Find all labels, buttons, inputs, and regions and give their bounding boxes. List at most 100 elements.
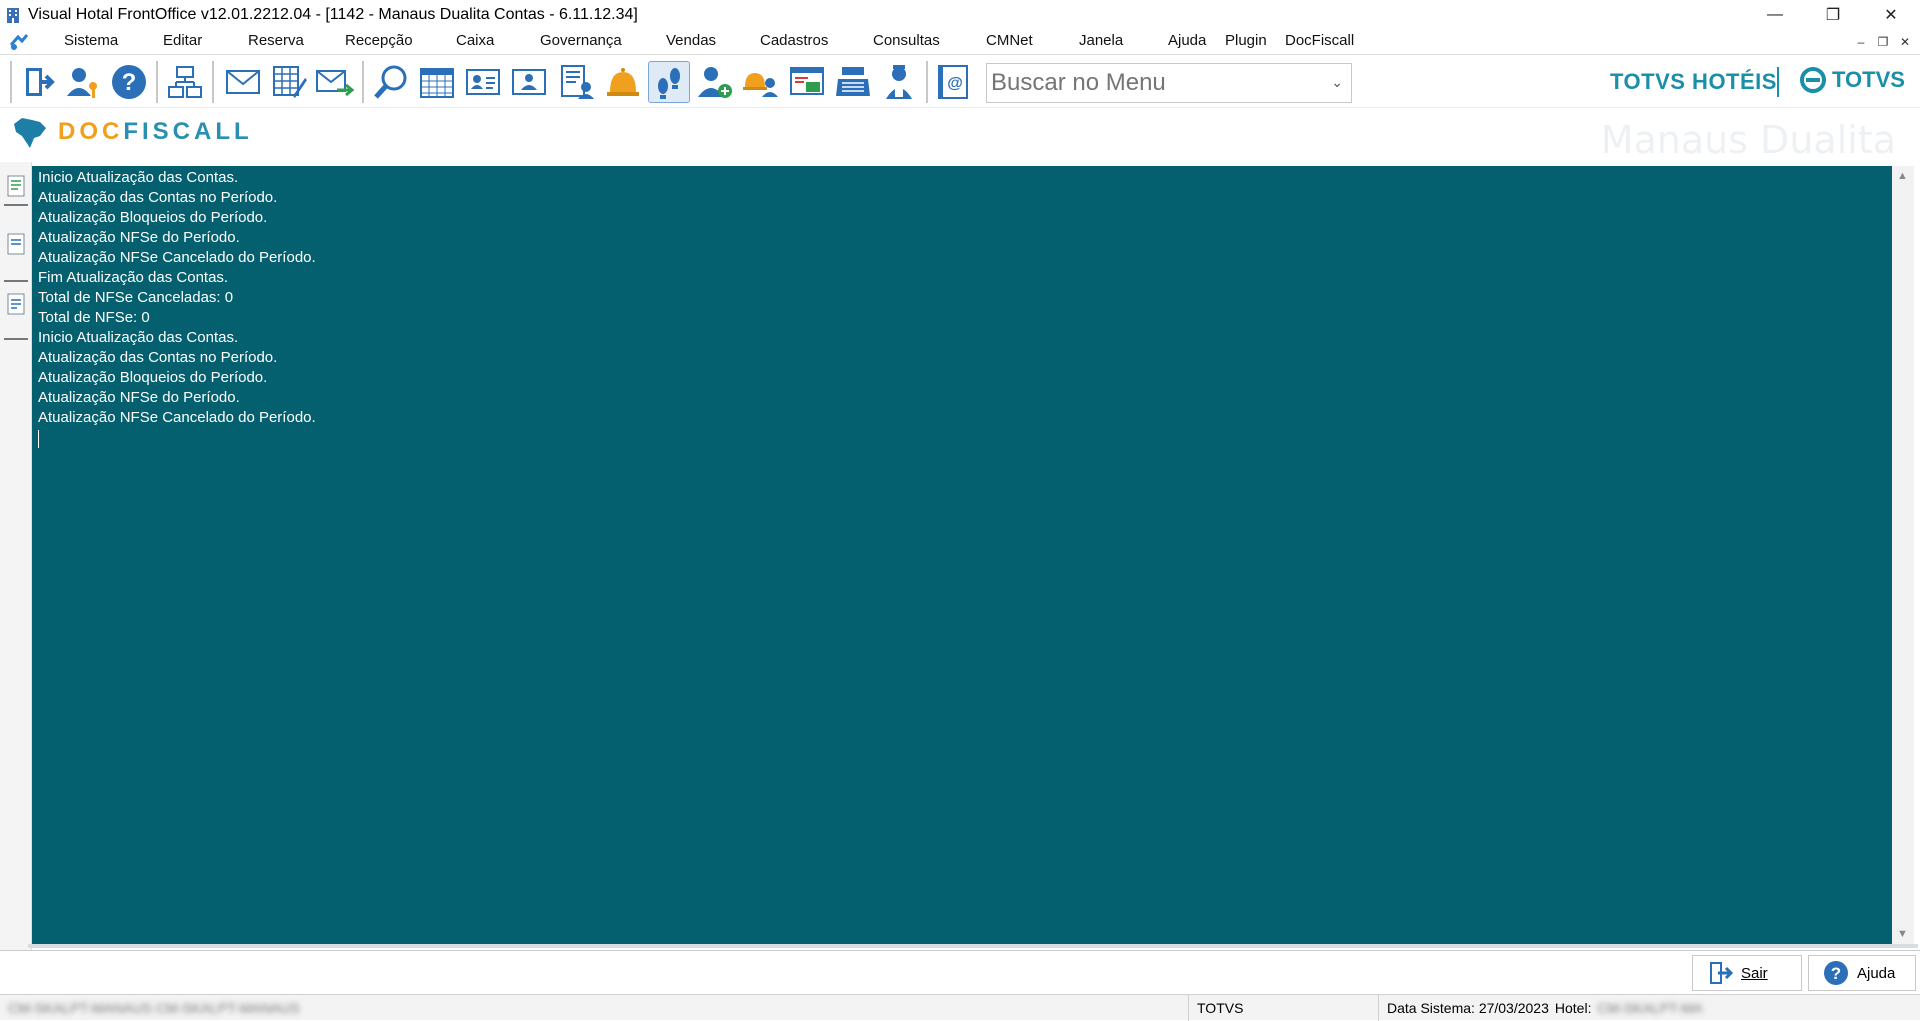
log-line: Atualização NFSe Cancelado do Período. [38,249,316,266]
menu-sistema[interactable]: Sistema [60,32,122,49]
menu-caixa[interactable]: Caixa [452,32,498,49]
restore-button[interactable]: ❐ [1804,0,1862,30]
menu-editar[interactable]: Editar [159,32,206,49]
totvs-hoteis-logo: TOTVS HOTÉIS [1610,69,1777,94]
menu-consultas[interactable]: Consultas [869,32,944,49]
menu-docfiscall[interactable]: DocFiscall [1281,32,1358,49]
help-toolbar-button[interactable]: ? [108,61,150,103]
edit-grid-button[interactable] [268,61,310,103]
mail-send-button[interactable] [314,61,356,103]
guest-card-icon [512,69,546,95]
add-guest-icon [698,67,732,98]
docfiscall-logo: DOCFISCALL [10,114,253,150]
totvs-logo: TOTVS [1800,67,1905,93]
sair-label: Sair [1741,964,1768,982]
log-line: Inicio Atualização das Contas. [38,169,239,186]
mail-button[interactable] [222,61,264,103]
status-user-info: CM-SKALPT-MANAUS CM-SKALPT-MANAUS [8,1000,300,1016]
log-line: Inicio Atualização das Contas. [38,329,239,346]
add-guest-button[interactable] [694,61,736,103]
menu-cadastros[interactable]: Cadastros [756,32,832,49]
search-icon [374,65,407,99]
sitemap-button[interactable] [164,61,206,103]
log-output[interactable]: Inicio Atualização das Contas. Atualizaç… [32,166,1892,944]
chevron-down-icon[interactable]: ⌄ [1331,74,1343,91]
menu-recepcao[interactable]: Recepção [341,32,417,49]
guest-report-button[interactable] [556,61,598,103]
footer-bar: Sair ? Ajuda [0,950,1920,994]
email-book-icon: @ [938,65,968,99]
calendar-button[interactable] [416,61,458,103]
close-button[interactable]: ✕ [1862,0,1920,30]
cashier-window-button[interactable] [786,61,828,103]
toolbar-separator [212,61,214,103]
log-line: Atualização Bloqueios do Período. [38,369,268,386]
vertical-scrollbar[interactable]: ▲ ▼ [1892,166,1914,944]
scroll-up-arrow-icon[interactable]: ▲ [1897,170,1908,182]
menu-cmnet[interactable]: CMNet [982,32,1037,49]
toolbar-grip [10,61,12,103]
text-caret [38,430,39,448]
menu-vendas[interactable]: Vendas [662,32,720,49]
sitemap-icon [168,66,202,98]
app-building-icon [7,8,19,23]
side-divider [4,280,28,282]
cash-register-icon [836,67,870,96]
status-company: TOTVS [1188,995,1380,1021]
mail-icon [226,70,260,94]
sair-button[interactable]: Sair [1692,955,1802,991]
search-toolbar-button[interactable] [370,61,412,103]
guest-report-icon [561,65,594,99]
email-book-button[interactable]: @ [932,61,974,103]
help-icon: ? [112,65,146,99]
status-system-date: Data Sistema: 27/03/2023 [1387,1000,1549,1016]
user-key-icon [67,68,97,98]
menu-plugin[interactable]: Plugin [1221,32,1271,49]
guest-card-button[interactable] [508,61,550,103]
exit-button[interactable] [17,61,59,103]
menu-governanca[interactable]: Governança [536,32,626,49]
title-bar: Visual Hotal FrontOffice v12.01.2212.04 … [0,0,1920,30]
bell-guest-button[interactable] [740,61,782,103]
status-system-info: Data Sistema: 27/03/2023 Hotel: CM-SKALP… [1378,995,1898,1021]
ajuda-button[interactable]: ? Ajuda [1808,955,1916,991]
menu-ajuda[interactable]: Ajuda [1164,32,1210,49]
bell-button[interactable] [602,61,644,103]
module-header: DOCFISCALL Manaus Dualita [0,108,1920,162]
calendar-icon [420,68,454,98]
minimize-button[interactable]: — [1746,0,1804,30]
status-bar: CM-SKALPT-MANAUS CM-SKALPT-MANAUS TOTVS … [0,994,1920,1021]
toolbar-separator [156,61,158,103]
footprints-icon [658,68,680,99]
bell-icon [607,68,639,96]
document-list-icon[interactable] [6,174,26,198]
status-hotel-value: CM-SKALPT-MA [1597,1000,1703,1016]
status-hotel-label: Hotel: [1554,1000,1592,1016]
bell-guest-icon [743,73,778,97]
user-key-button[interactable] [62,61,104,103]
mdi-restore-button[interactable]: ❐ [1874,33,1892,51]
app-menu-icon[interactable] [8,31,30,53]
svg-text:?: ? [122,69,137,96]
menu-search-combobox[interactable]: ⌄ [986,63,1352,103]
cash-register-button[interactable] [832,61,874,103]
document-icon[interactable] [6,232,26,256]
log-line: Total de NFSe Canceladas: 0 [38,289,234,306]
housekeeper-icon [886,65,912,99]
menu-janela[interactable]: Janela [1075,32,1127,49]
log-line: Atualização NFSe do Período. [38,229,240,246]
totvs-logo-text: TOTVS [1832,67,1905,92]
side-divider [4,204,28,206]
log-line: Atualização das Contas no Período. [38,349,278,366]
menu-reserva[interactable]: Reserva [244,32,308,49]
scroll-down-arrow-icon[interactable]: ▼ [1897,928,1908,940]
mdi-minimize-button[interactable]: – [1852,33,1870,51]
brazil-map-icon [14,118,46,148]
mdi-close-button[interactable]: ✕ [1896,33,1914,51]
log-line: Total de NFSe: 0 [38,309,150,326]
id-card-button[interactable] [462,61,504,103]
housekeeper-button[interactable] [878,61,920,103]
footprints-button[interactable] [648,61,690,103]
document-report-icon[interactable] [6,292,26,316]
menu-search-input[interactable] [991,69,1311,97]
